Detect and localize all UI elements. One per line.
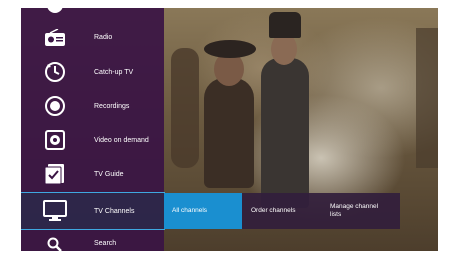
menu-item-catch-up-tv[interactable]: Catch-up TV [21,55,164,89]
tv-guide-icon [43,163,67,185]
submenu-label-all-channels: All channels [172,207,208,214]
menu-item-recordings[interactable]: Recordings [21,89,164,123]
man-figure [261,58,309,208]
tv-channels-submenu: All channels Order channels Manage chann… [164,193,400,229]
background-figure [171,48,199,168]
menu-label-recordings: Recordings [94,103,130,110]
woman-hat [204,40,256,58]
top-item-icon [43,8,67,16]
submenu-order-channels[interactable]: Order channels [242,193,321,229]
menu-item-tv-channels[interactable]: TV Channels [21,192,165,230]
menu-label-video-on-demand: Video on demand [94,137,149,144]
radio-icon [43,27,67,49]
menu-item-search[interactable]: Search [21,231,164,251]
record-icon [43,95,67,117]
menu-label-catch-up-tv: Catch-up TV [94,69,134,76]
menu-item-radio[interactable]: Radio [21,21,164,55]
menu-item-top[interactable] [21,8,164,22]
man-hat [269,12,301,38]
menu-item-video-on-demand[interactable]: Video on demand [21,123,164,157]
submenu-manage-channel-lists[interactable]: Manage channel lists [321,193,400,229]
submenu-all-channels[interactable]: All channels [164,193,242,229]
catch-up-icon [43,61,67,83]
tv-icon [43,200,67,222]
background-figure-right [416,28,438,168]
menu-label-tv-guide: TV Guide [94,171,124,178]
menu-label-search: Search [94,240,117,247]
woman-figure [204,78,254,188]
menu-item-tv-guide[interactable]: TV Guide [21,157,164,191]
main-menu: Radio Catch-up TV Recordings Video on de… [21,8,165,251]
menu-label-tv-channels: TV Channels [94,208,135,215]
submenu-label-order-channels: Order channels [251,207,296,214]
submenu-label-manage-channel-lists: Manage channel lists [330,203,379,218]
search-icon [43,234,67,251]
tv-screen: Radio Catch-up TV Recordings Video on de… [21,8,438,251]
video-on-demand-icon [43,129,67,151]
menu-label-radio: Radio [94,34,113,41]
